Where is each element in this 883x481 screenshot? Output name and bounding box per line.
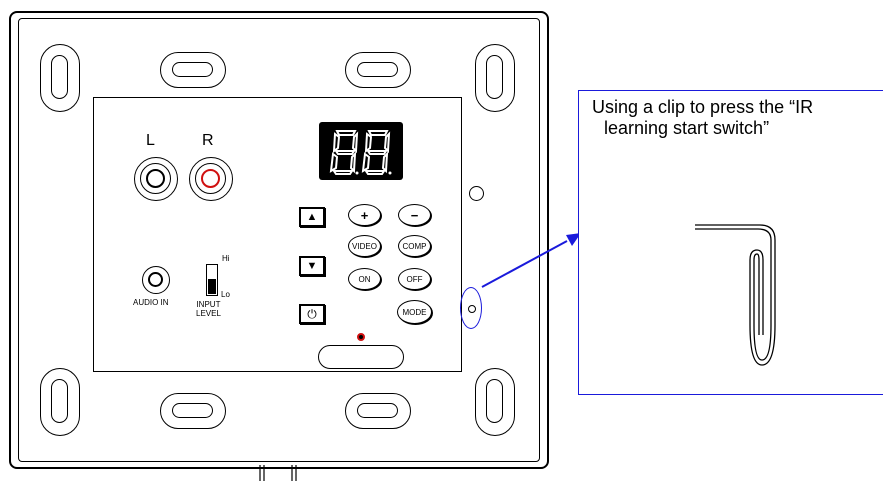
paper-clip-icon (695, 224, 776, 366)
callout-text: Using a clip to press the “IR learning s… (592, 97, 813, 139)
callout-text-line-1: Using a clip to press the “IR (592, 97, 814, 117)
callout-text-line-2: learning start switch” (604, 118, 770, 138)
